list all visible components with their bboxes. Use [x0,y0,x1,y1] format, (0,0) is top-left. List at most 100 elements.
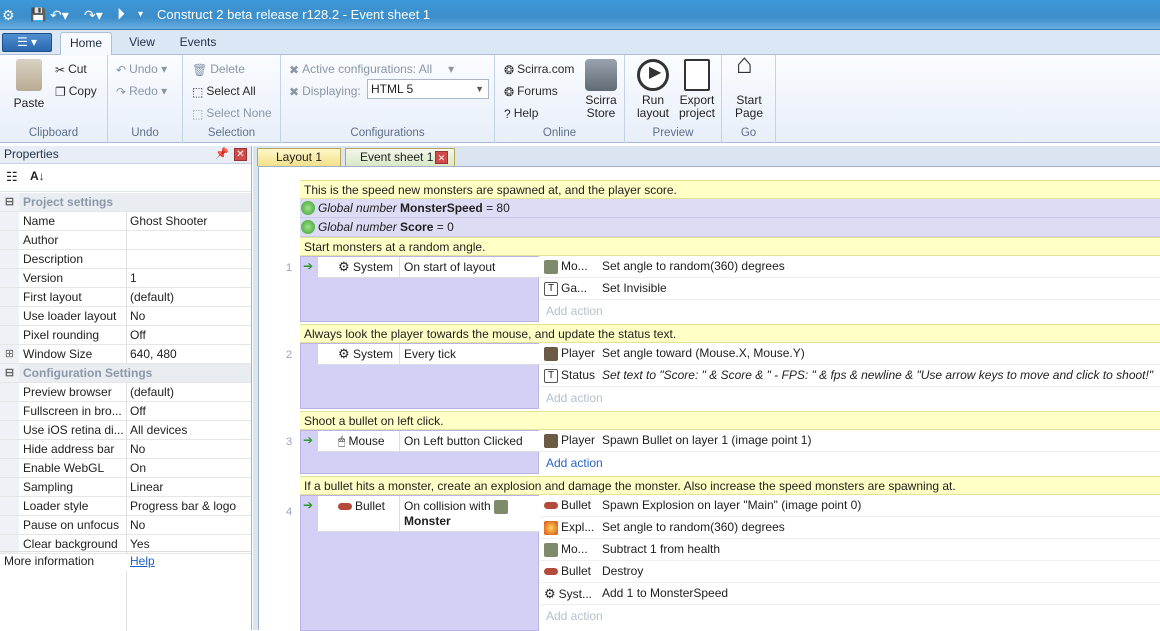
tab-layout-1[interactable]: Layout 1 [257,148,341,166]
condition-row[interactable]: ⚙ System Every tick [318,344,540,365]
add-action-link[interactable]: Add action [546,453,603,473]
comment-1[interactable]: This is the speed new monsters are spawn… [300,180,1160,199]
property-value[interactable]: Progress bar & logo [130,497,236,515]
property-value[interactable]: No [130,440,145,458]
property-value[interactable]: 1 [130,269,137,287]
add-action-link[interactable]: Add action [546,388,603,408]
add-action-link[interactable]: Add action [546,606,603,626]
property-row[interactable]: Pause on unfocus No [0,516,251,535]
action-row[interactable]: Mo... Subtract 1 from health [540,539,1160,561]
expand-icon[interactable]: ⊞ [0,345,19,363]
property-row[interactable]: Author [0,231,251,250]
event-4-conditions[interactable]: ➔ Bullet On collision with Monster [300,495,540,631]
save-icon[interactable]: 💾 [30,6,46,24]
event-sheet[interactable]: This is the speed new monsters are spawn… [258,166,1160,631]
expand-icon[interactable]: ⊟ [0,193,19,211]
tab-event-sheet-1[interactable]: Event sheet 1 ✕ [345,148,455,166]
scirra-link[interactable]: ❂ Scirra.com [504,61,574,78]
property-value[interactable]: Ghost Shooter [130,212,207,230]
property-row[interactable]: Version 1 [0,269,251,288]
property-row[interactable]: Pixel rounding Off [0,326,251,345]
property-row[interactable]: ⊞ Window Size 640, 480 [0,345,251,364]
start-page-button[interactable]: ⌂ Start Page [729,50,769,120]
event-1-conditions[interactable]: ➔ ⚙ System On start of layout [300,256,540,322]
pin-icon[interactable]: 📌 [215,146,229,163]
select-all-button[interactable]: ⬚ Select All [192,83,256,100]
property-value[interactable]: On [130,459,146,477]
condition-row[interactable]: ⚙ System On start of layout [318,257,540,278]
cut-button[interactable]: ✂ Cut [55,61,87,78]
app-icon[interactable]: ⚙ [2,6,15,24]
property-value[interactable]: (default) [130,288,174,306]
close-tab-icon[interactable]: ✕ [435,151,448,164]
action-row[interactable]: Expl... Set angle to random(360) degrees [540,517,1160,539]
delete-button[interactable]: 🗑 Delete [192,61,245,78]
action-row[interactable]: Player Spawn Bullet on layer 1 (image poi… [540,430,1160,452]
global-variable-monsterspeed[interactable]: Global number MonsterSpeed = 80 [300,199,1160,218]
property-row[interactable]: Description [0,250,251,269]
property-value[interactable]: Linear [130,478,163,496]
help-link-property[interactable]: Help [130,552,155,571]
comment-3[interactable]: Always look the player towards the mouse… [300,324,1160,343]
property-value[interactable]: All devices [130,421,187,439]
action-row[interactable]: Bullet Destroy [540,561,1160,583]
active-configurations-dropdown[interactable]: ✖ Active configurations: All ▾ [289,61,454,78]
run-layout-button[interactable]: ▶ Run layout [633,59,673,120]
global-variable-score[interactable]: Global number Score = 0 [300,218,1160,237]
property-row[interactable]: Fullscreen in bro... Off [0,402,251,421]
expand-icon[interactable]: ⊟ [0,364,19,382]
property-row[interactable]: Hide address bar No [0,440,251,459]
property-value[interactable]: Off [130,326,146,344]
copy-button[interactable]: ❐ Copy [55,83,97,100]
forums-link[interactable]: ❂ Forums [504,83,558,100]
property-row[interactable]: Use iOS retina di... All devices [0,421,251,440]
property-row[interactable]: Loader style Progress bar & logo [0,497,251,516]
customize-icon[interactable]: ▾ [138,6,143,24]
categorized-icon[interactable]: ☷ [6,169,18,185]
help-link[interactable]: ? Help [504,105,538,122]
paste-button[interactable]: Paste [10,59,48,110]
property-value[interactable]: No [130,307,145,325]
property-row[interactable]: Preview browser (default) [0,383,251,402]
undo-button[interactable]: ↶ Undo ▾ [116,61,167,78]
store-button[interactable]: Scirra Store [581,59,621,120]
tab-home[interactable]: Home [60,32,112,56]
select-none-button[interactable]: ⬚ Select None [192,105,272,122]
action-row[interactable]: ⚙ Syst... Add 1 to MonsterSpeed [540,583,1160,605]
tab-view[interactable]: View [118,32,166,55]
undo-icon[interactable]: ↶▾ [50,6,69,24]
property-row[interactable]: Enable WebGL On [0,459,251,478]
property-value[interactable]: No [130,516,145,534]
property-row[interactable]: Sampling Linear [0,478,251,497]
property-row[interactable]: Use loader layout No [0,307,251,326]
action-row[interactable]: Player Set angle toward (Mouse.X, Mouse.Y… [540,343,1160,365]
displaying-select[interactable]: HTML 5 ▼ [367,79,489,99]
export-project-button[interactable]: Export project [675,59,719,120]
event-3-conditions[interactable]: ➔ 🖱 Mouse On Left button Clicked [300,430,540,474]
property-value[interactable]: Off [130,402,146,420]
action-row[interactable]: Bullet Spawn Explosion on layer "Main" (i… [540,495,1160,517]
redo-button[interactable]: ↷ Redo ▾ [116,83,167,100]
action-row[interactable]: T Ga... Set Invisible [540,278,1160,300]
condition-row[interactable]: Bullet On collision with Monster [318,496,540,532]
property-category[interactable]: ⊟ Project settings [0,193,251,212]
event-2-conditions[interactable]: ⚙ System Every tick [300,343,540,409]
property-category[interactable]: ⊟ Configuration Settings [0,364,251,383]
comment-4[interactable]: Shoot a bullet on left click. [300,411,1160,430]
redo-icon[interactable]: ↷▾ [84,6,103,24]
action-row[interactable]: T Status Set text to "Score: " & Score & "… [540,365,1160,387]
sort-alpha-icon[interactable]: A↓ [30,169,45,183]
close-icon[interactable]: ✕ [234,148,247,161]
property-value[interactable]: (default) [130,383,174,401]
tab-events[interactable]: Events [170,32,226,55]
property-row[interactable]: Name Ghost Shooter [0,212,251,231]
comment-2[interactable]: Start monsters at a random angle. [300,237,1160,256]
file-menu-button[interactable]: ☰ ▾ [2,33,52,52]
run-icon[interactable]: ⏵ [117,6,125,24]
comment-5[interactable]: If a bullet hits a monster, create an ex… [300,476,1160,495]
action-row[interactable]: Mo... Set angle to random(360) degrees [540,256,1160,278]
condition-row[interactable]: 🖱 Mouse On Left button Clicked [318,431,540,452]
add-action-link[interactable]: Add action [546,301,603,321]
property-row[interactable]: First layout (default) [0,288,251,307]
property-value[interactable]: 640, 480 [130,345,177,363]
